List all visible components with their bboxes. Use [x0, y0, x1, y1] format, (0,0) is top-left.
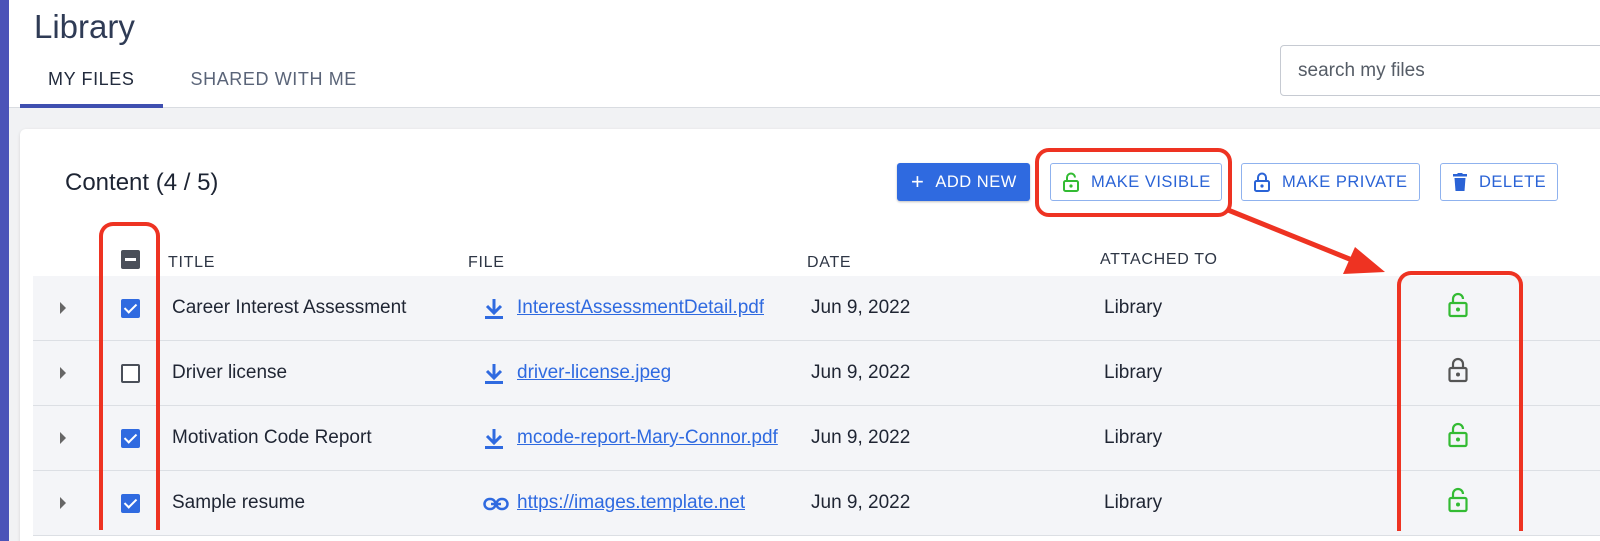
file-link[interactable]: mcode-report-Mary-Connor.pdf [517, 427, 778, 449]
row-checkbox[interactable] [121, 364, 140, 383]
unlocked-icon[interactable] [1448, 487, 1468, 518]
make-private-button[interactable]: MAKE PRIVATE [1241, 163, 1420, 201]
make-visible-label: MAKE VISIBLE [1091, 172, 1211, 191]
link-icon[interactable] [483, 492, 509, 521]
row-attached-to: Library [1104, 362, 1163, 383]
table-row[interactable]: Sample resume https://images.template.net… [33, 471, 1600, 536]
row-title: Sample resume [172, 492, 306, 513]
file-link[interactable]: InterestAssessmentDetail.pdf [517, 297, 764, 319]
page-title: Library [34, 8, 135, 45]
row-expand-icon[interactable] [60, 302, 66, 314]
select-all-checkbox[interactable] [121, 250, 140, 269]
tab-my-files[interactable]: MY FILES [20, 50, 163, 108]
row-date: Jun 9, 2022 [811, 492, 911, 513]
make-private-label: MAKE PRIVATE [1282, 172, 1408, 191]
download-icon[interactable] [483, 297, 505, 326]
column-header-date[interactable]: DATE [807, 254, 851, 272]
row-title: Motivation Code Report [172, 427, 372, 448]
lock-icon [1254, 172, 1270, 192]
row-date: Jun 9, 2022 [811, 297, 911, 318]
add-new-button[interactable]: + ADD NEW [897, 163, 1030, 201]
table-row[interactable]: Driver license driver-license.jpeg Jun 9, … [33, 341, 1600, 406]
row-title: Career Interest Assessment [172, 297, 407, 318]
file-link[interactable]: https://images.template.net [517, 492, 745, 514]
row-title: Driver license [172, 362, 288, 383]
tab-bar: MY FILES SHARED WITH ME [20, 50, 385, 108]
row-attached-to: Library [1104, 492, 1163, 513]
add-new-label: ADD NEW [935, 172, 1017, 191]
table-row[interactable]: Career Interest Assessment InterestAssess… [33, 276, 1600, 341]
row-expand-icon[interactable] [60, 432, 66, 444]
delete-button[interactable]: DELETE [1440, 163, 1558, 201]
trash-icon [1453, 173, 1467, 191]
row-attached-to: Library [1104, 297, 1163, 318]
row-date: Jun 9, 2022 [811, 362, 911, 383]
lock-icon[interactable] [1448, 357, 1468, 388]
file-link[interactable]: driver-license.jpeg [517, 362, 671, 384]
search-input[interactable] [1280, 45, 1600, 96]
make-visible-button[interactable]: MAKE VISIBLE [1050, 163, 1222, 201]
plus-icon: + [911, 169, 925, 194]
download-icon[interactable] [483, 427, 505, 456]
row-checkbox[interactable] [121, 299, 140, 318]
content-title: Content (4 / 5) [65, 169, 219, 196]
tab-shared-with-me[interactable]: SHARED WITH ME [163, 50, 385, 108]
table-row[interactable]: Motivation Code Report mcode-report-Mary-… [33, 406, 1600, 471]
page-header: Library MY FILES SHARED WITH ME [9, 0, 1600, 108]
row-attached-to: Library [1104, 427, 1163, 448]
unlocked-icon[interactable] [1448, 292, 1468, 323]
column-header-attached-to[interactable]: ATTACHED TO [1100, 251, 1218, 269]
content-card: Content (4 / 5) + ADD NEW MAKE VISIBLE M… [20, 129, 1600, 541]
sidebar-strip [0, 0, 9, 541]
delete-label: DELETE [1479, 172, 1547, 191]
row-checkbox[interactable] [121, 429, 140, 448]
column-header-title[interactable]: TITLE [168, 254, 215, 272]
row-date: Jun 9, 2022 [811, 427, 911, 448]
unlocked-icon [1063, 172, 1079, 192]
row-expand-icon[interactable] [60, 367, 66, 379]
row-expand-icon[interactable] [60, 497, 66, 509]
column-header-file[interactable]: FILE [468, 254, 505, 272]
row-checkbox[interactable] [121, 494, 140, 513]
download-icon[interactable] [483, 362, 505, 391]
unlocked-icon[interactable] [1448, 422, 1468, 453]
